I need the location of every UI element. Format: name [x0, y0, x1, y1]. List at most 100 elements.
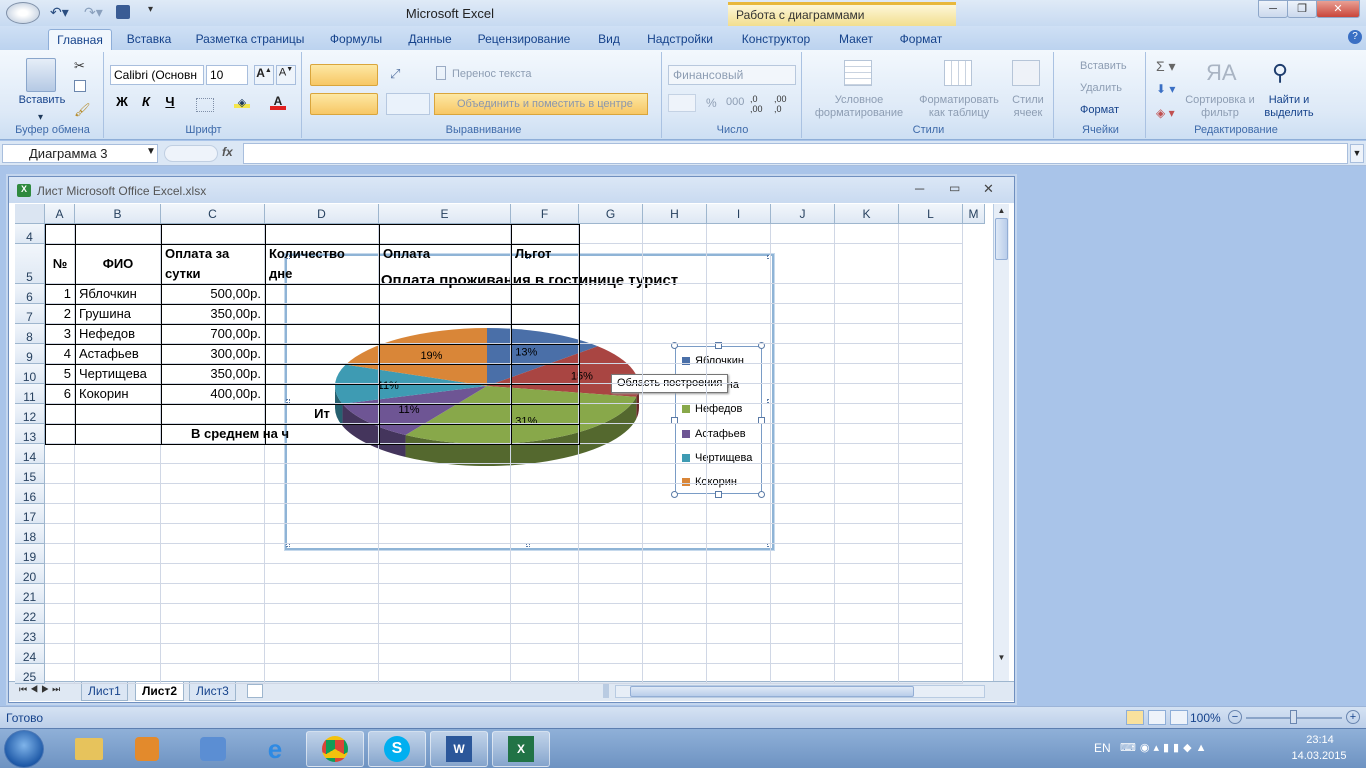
- select-all-corner[interactable]: [15, 204, 45, 224]
- cell[interactable]: [75, 524, 161, 544]
- cell[interactable]: [643, 604, 707, 624]
- find-select-button[interactable]: Найти и выделить: [1256, 94, 1322, 120]
- cell[interactable]: [579, 424, 643, 444]
- align-left-button[interactable]: [310, 93, 378, 115]
- row-header-24[interactable]: 24: [15, 644, 45, 664]
- cell[interactable]: [707, 524, 771, 544]
- cell[interactable]: [265, 604, 379, 624]
- number-format-select[interactable]: Финансовый: [668, 65, 796, 85]
- cell[interactable]: [835, 324, 899, 344]
- vertical-scrollbar[interactable]: ▲ ▼: [993, 204, 1009, 681]
- pay-cell[interactable]: 350,00р.: [161, 304, 265, 324]
- cell[interactable]: [265, 564, 379, 584]
- taskbar-app[interactable]: [184, 731, 242, 767]
- cell[interactable]: [835, 384, 899, 404]
- cell[interactable]: [771, 624, 835, 644]
- cell[interactable]: [75, 564, 161, 584]
- row-header-6[interactable]: 6: [15, 284, 45, 304]
- cell[interactable]: [899, 604, 963, 624]
- cell[interactable]: [379, 624, 511, 644]
- tab-design[interactable]: Конструктор: [734, 29, 818, 50]
- cell[interactable]: [771, 304, 835, 324]
- cell[interactable]: [707, 564, 771, 584]
- horizontal-scrollbar[interactable]: [615, 685, 985, 698]
- minimize-button[interactable]: ─: [1258, 0, 1288, 18]
- cell[interactable]: [643, 384, 707, 404]
- cell[interactable]: [75, 644, 161, 664]
- cell[interactable]: [45, 624, 75, 644]
- cell[interactable]: [899, 484, 963, 504]
- cell[interactable]: [379, 604, 511, 624]
- align-top-button[interactable]: [310, 64, 378, 86]
- cell[interactable]: [771, 584, 835, 604]
- cell[interactable]: [771, 224, 835, 244]
- cell[interactable]: [511, 604, 579, 624]
- column-header-D[interactable]: D: [265, 204, 379, 224]
- cell[interactable]: [161, 644, 265, 664]
- cell[interactable]: [45, 524, 75, 544]
- cell[interactable]: [835, 664, 899, 684]
- row-header-16[interactable]: 16: [15, 484, 45, 504]
- cell-styles-button[interactable]: Стили ячеек: [1006, 94, 1050, 120]
- name-cell[interactable]: Кокорин: [75, 384, 161, 404]
- row-header-18[interactable]: 18: [15, 524, 45, 544]
- decrease-decimal-icon[interactable]: ,00,0: [774, 94, 787, 114]
- tab-splitter[interactable]: [603, 684, 609, 698]
- start-button[interactable]: [4, 730, 44, 768]
- cell[interactable]: [835, 424, 899, 444]
- cell[interactable]: [511, 544, 579, 564]
- maximize-button[interactable]: ❐: [1287, 0, 1317, 18]
- cell[interactable]: [771, 444, 835, 464]
- row-number-cell[interactable]: 5: [45, 364, 75, 384]
- wrap-text-button[interactable]: Перенос текста: [452, 68, 532, 80]
- cell[interactable]: [899, 364, 963, 384]
- cell[interactable]: [771, 644, 835, 664]
- cell[interactable]: [643, 624, 707, 644]
- row-header-5[interactable]: 5: [15, 244, 45, 284]
- cell[interactable]: [643, 444, 707, 464]
- page-layout-view-icon[interactable]: [1148, 710, 1166, 725]
- format-as-table-button[interactable]: Форматировать как таблицу: [912, 94, 1006, 120]
- pay-cell[interactable]: 300,00р.: [161, 344, 265, 364]
- pay-cell[interactable]: 500,00р.: [161, 284, 265, 304]
- cell[interactable]: [265, 504, 379, 524]
- merge-center-button[interactable]: Объединить и поместить в центре: [434, 93, 648, 115]
- cell[interactable]: [161, 564, 265, 584]
- cell[interactable]: [579, 404, 643, 424]
- cell[interactable]: [835, 364, 899, 384]
- cell[interactable]: [579, 524, 643, 544]
- cell[interactable]: [899, 384, 963, 404]
- cell[interactable]: [75, 624, 161, 644]
- cell[interactable]: [45, 484, 75, 504]
- cell[interactable]: [835, 444, 899, 464]
- row-header-13[interactable]: 13: [15, 424, 45, 444]
- cell[interactable]: [771, 424, 835, 444]
- cell[interactable]: [899, 524, 963, 544]
- tab-home[interactable]: Главная: [48, 29, 112, 50]
- cell[interactable]: [771, 484, 835, 504]
- row-header-17[interactable]: 17: [15, 504, 45, 524]
- cell[interactable]: [45, 544, 75, 564]
- cell[interactable]: [379, 664, 511, 684]
- row-header-22[interactable]: 22: [15, 604, 45, 624]
- cell[interactable]: [511, 464, 579, 484]
- cell[interactable]: [707, 344, 771, 364]
- indent-buttons[interactable]: [386, 93, 430, 115]
- cell[interactable]: [379, 564, 511, 584]
- cell[interactable]: [899, 544, 963, 564]
- row-header-23[interactable]: 23: [15, 624, 45, 644]
- cell[interactable]: [835, 464, 899, 484]
- cut-icon[interactable]: ✂: [74, 58, 85, 74]
- cell[interactable]: [161, 604, 265, 624]
- name-cell[interactable]: Нефедов: [75, 324, 161, 344]
- cell[interactable]: [899, 344, 963, 364]
- cell[interactable]: [379, 644, 511, 664]
- pay-cell[interactable]: 400,00р.: [161, 384, 265, 404]
- cell[interactable]: [511, 624, 579, 644]
- cell[interactable]: [899, 224, 963, 244]
- cell[interactable]: [265, 584, 379, 604]
- cell[interactable]: [835, 544, 899, 564]
- average-label[interactable]: В среднем на ч: [161, 424, 381, 444]
- cell[interactable]: [511, 644, 579, 664]
- cell[interactable]: [771, 524, 835, 544]
